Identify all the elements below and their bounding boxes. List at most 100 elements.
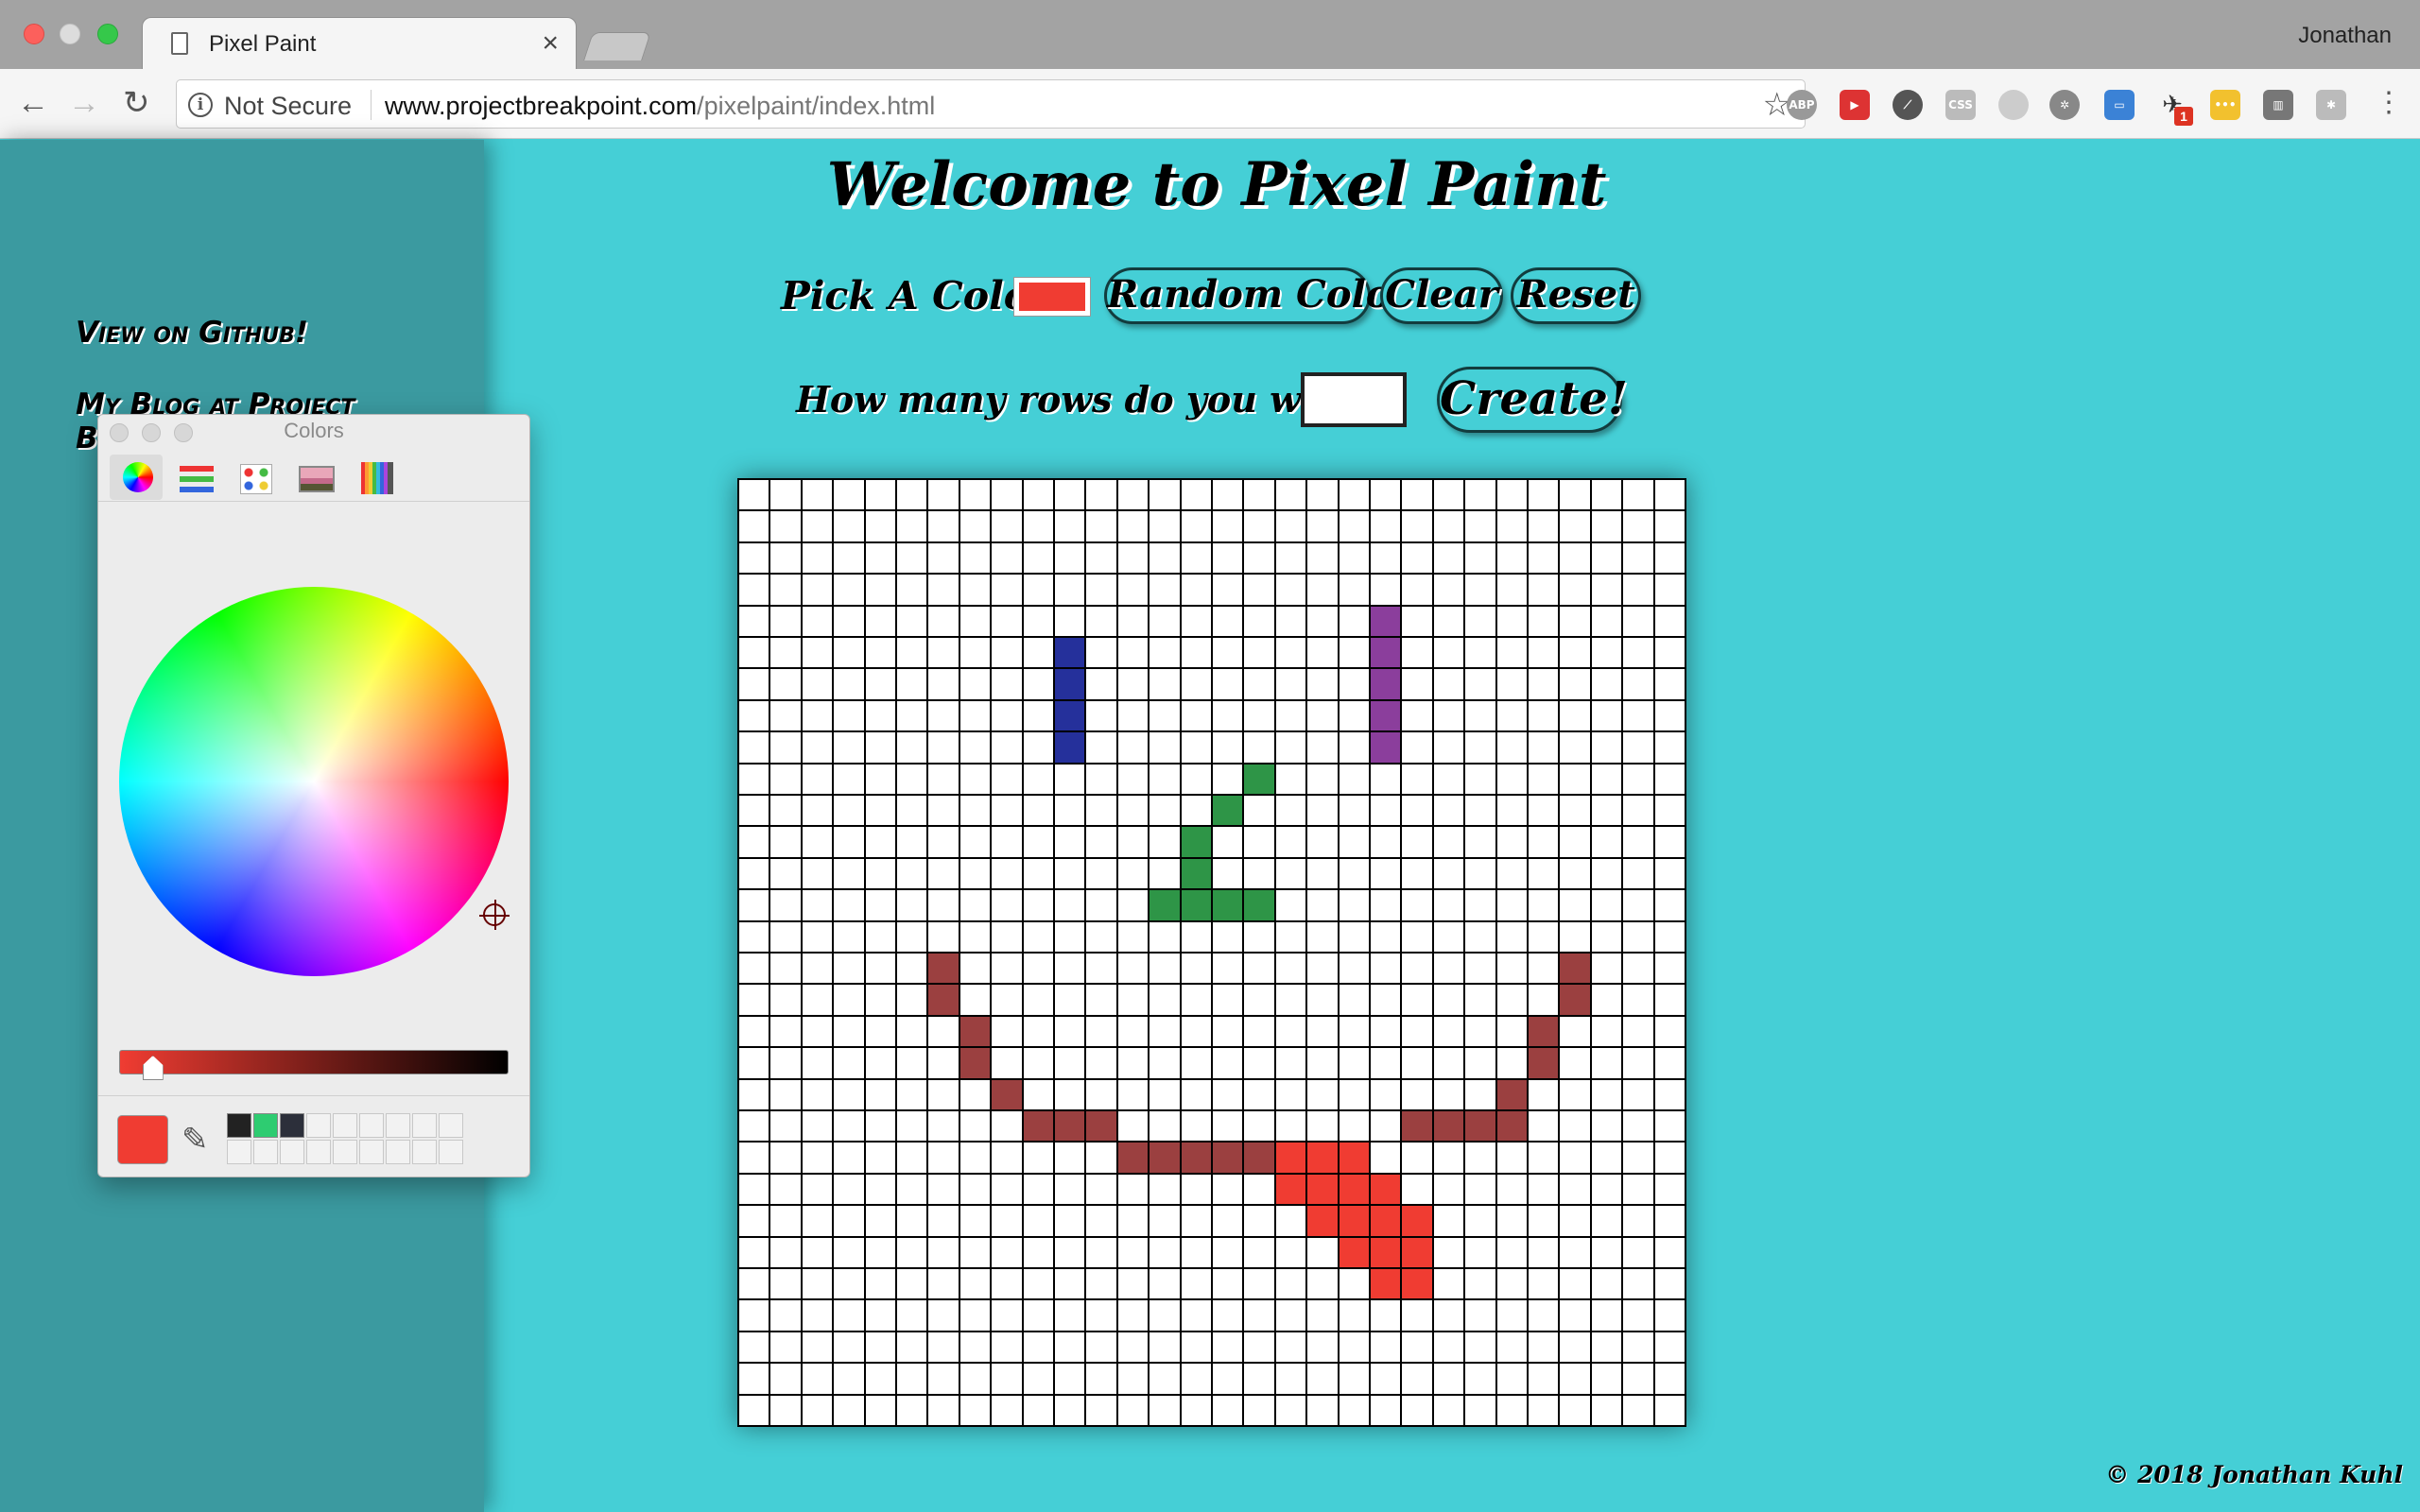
grid-cell[interactable] [1591,858,1624,891]
grid-cell[interactable] [1560,575,1592,607]
grid-cell[interactable] [1433,575,1466,607]
grid-cell[interactable] [1023,1395,1055,1427]
grid-cell[interactable] [834,827,866,859]
grid-cell[interactable] [1244,1111,1276,1143]
grid-cell[interactable] [1654,921,1686,954]
grid-cell[interactable] [1496,796,1529,828]
grid-cell[interactable] [992,480,1024,512]
grid-cell[interactable] [1117,985,1150,1017]
grid-cell[interactable] [1244,1269,1276,1301]
grid-cell[interactable] [928,985,960,1017]
grid-cell[interactable] [992,542,1024,576]
grid-cell[interactable] [834,511,866,543]
grid-cell[interactable] [1433,1237,1466,1269]
grid-cell[interactable] [1371,1395,1403,1427]
grid-cell[interactable] [1465,542,1497,576]
grid-cell[interactable] [1213,1048,1245,1080]
grid-cell[interactable] [1339,827,1371,859]
grid-cell[interactable] [1654,1395,1686,1427]
grid-cell[interactable] [1275,1269,1308,1301]
grid-cell[interactable] [802,1206,835,1238]
css-viewer-icon[interactable]: CSS [1945,90,1976,120]
grid-cell[interactable] [834,700,866,733]
grid-cell[interactable] [959,1048,993,1080]
grid-cell[interactable] [1307,921,1340,954]
grid-cell[interactable] [1213,1111,1245,1143]
folder-icon[interactable]: ▭ [2104,90,2135,120]
grid-cell[interactable] [802,700,835,733]
grid-cell[interactable] [1086,1300,1118,1332]
grid-cell[interactable] [802,1016,835,1049]
grid-cell[interactable] [1244,606,1276,638]
grid-cell[interactable] [1560,1143,1592,1175]
saved-swatch[interactable] [386,1140,410,1164]
grid-cell[interactable] [1465,1111,1497,1143]
grid-cell[interactable] [1402,511,1434,543]
saved-swatch[interactable] [359,1140,384,1164]
grid-cell[interactable] [1465,1174,1497,1207]
grid-cell[interactable] [802,1395,835,1427]
grid-cell[interactable] [1560,985,1592,1017]
grid-cell[interactable] [1591,606,1624,638]
grid-cell[interactable] [1307,1269,1340,1301]
grid-cell[interactable] [959,1174,993,1207]
grid-cell[interactable] [928,858,960,891]
grid-cell[interactable] [739,732,771,765]
grid-cell[interactable] [1529,827,1561,859]
grid-cell[interactable] [802,1237,835,1269]
grid-cell[interactable] [1591,1079,1624,1111]
grid-cell[interactable] [1654,480,1686,512]
grid-cell[interactable] [1591,638,1624,670]
grid-cell[interactable] [770,858,803,891]
grid-cell[interactable] [1150,890,1182,922]
grid-cell[interactable] [1181,1111,1213,1143]
grid-cell[interactable] [1496,985,1529,1017]
grid-cell[interactable] [1496,921,1529,954]
grid-cell[interactable] [1307,985,1340,1017]
grid-cell[interactable] [1244,638,1276,670]
saved-swatch[interactable] [412,1113,437,1138]
grid-cell[interactable] [1213,1269,1245,1301]
grid-cell[interactable] [1275,796,1308,828]
grid-cell[interactable] [1339,480,1371,512]
grid-cell[interactable] [1496,858,1529,891]
grid-cell[interactable] [1496,890,1529,922]
grid-cell[interactable] [1086,480,1118,512]
current-color-well[interactable] [117,1115,168,1164]
grid-cell[interactable] [1275,700,1308,733]
grid-cell[interactable] [1371,1300,1403,1332]
grid-cell[interactable] [865,700,897,733]
grid-cell[interactable] [1402,669,1434,701]
grid-cell[interactable] [1307,480,1340,512]
grid-cell[interactable] [1055,542,1087,576]
grid-cell[interactable] [1055,511,1087,543]
grid-cell[interactable] [1339,858,1371,891]
grid-cell[interactable] [1023,921,1055,954]
grid-cell[interactable] [897,1079,929,1111]
browser-tab[interactable]: Pixel Paint × [142,17,577,71]
grid-cell[interactable] [1150,985,1182,1017]
grid-cell[interactable] [1496,827,1529,859]
grid-cell[interactable] [1654,1332,1686,1365]
grid-cell[interactable] [1055,480,1087,512]
grid-cell[interactable] [739,890,771,922]
grid-cell[interactable] [770,1079,803,1111]
grid-cell[interactable] [1307,542,1340,576]
grid-cell[interactable] [1055,669,1087,701]
grid-cell[interactable] [1529,638,1561,670]
saved-swatch[interactable] [333,1140,357,1164]
grid-cell[interactable] [1117,480,1150,512]
grid-cell[interactable] [1244,1079,1276,1111]
grid-cell[interactable] [739,1111,771,1143]
grid-cell[interactable] [1244,1048,1276,1080]
reload-icon[interactable]: ↻ [123,86,150,120]
grid-cell[interactable] [1023,954,1055,986]
grid-cell[interactable] [1150,764,1182,796]
grid-cell[interactable] [928,1143,960,1175]
grid-cell[interactable] [1465,511,1497,543]
grid-cell[interactable] [1465,669,1497,701]
grid-cell[interactable] [1433,542,1466,576]
grid-cell[interactable] [1307,669,1340,701]
grid-cell[interactable] [928,1237,960,1269]
grid-cell[interactable] [992,511,1024,543]
